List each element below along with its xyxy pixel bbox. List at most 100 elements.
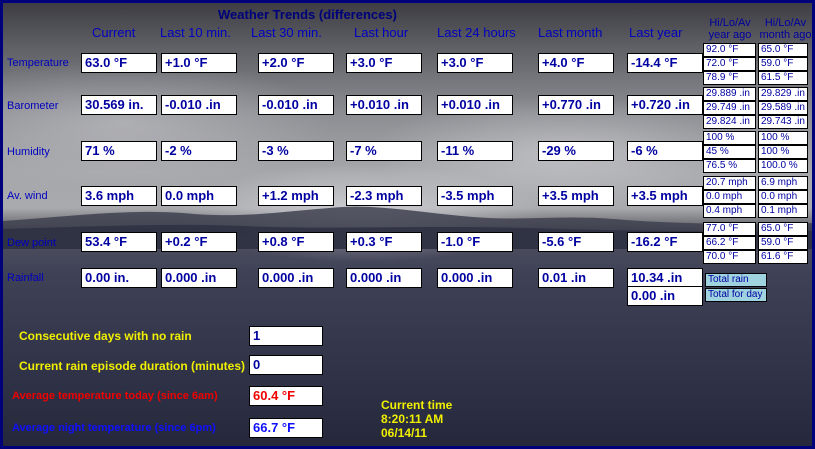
column-header-last-24-hours: Last 24 hours [437,25,516,40]
av-wind-month-ago-av: 0.1 mph [758,204,808,218]
temperature-year-ago-lo: 72.0 °F [703,57,756,71]
temperature-year-ago-av: 78.9 °F [703,71,756,85]
humidity-year-ago-av: 76.5 % [703,159,756,173]
barometer-last-month-value: +0.770 .in [538,95,614,115]
humidity-last-month-value: -29 % [538,141,614,161]
barometer-month-ago-hi: 29.829 .in [758,87,808,101]
column-header-last-hour: Last hour [354,25,409,40]
current-time-value: 8:20:11 AM [381,412,444,426]
rain-duration-label: Current rain episode duration (minutes) [19,359,246,373]
column-header-last-year: Last year [629,25,683,40]
av-wind-last-year-value: +3.5 mph [627,186,703,206]
temperature-month-ago-hi: 65.0 °F [758,43,808,57]
row-label-rainfall: Rainfall [7,272,44,284]
total-for-day-tag: Total for day [705,288,767,302]
av-wind-year-ago-lo: 0.0 mph [703,190,756,204]
av-wind-month-ago-lo: 0.0 mph [758,190,808,204]
avg-night-temp-label: Average night temperature (since 6pm) [12,422,216,434]
page-title: Weather Trends (differences) [218,7,397,22]
dew-point-last-hour-value: +0.3 °F [346,232,422,252]
barometer-year-ago-lo: 29.749 .in [703,101,756,115]
humidity-last-30-min-value: -3 % [258,141,334,161]
temperature-current-value: 63.0 °F [81,53,157,73]
barometer-current-value: 30.569 in. [81,95,157,115]
dew-point-year-ago-av: 70.0 °F [703,250,756,264]
barometer-year-ago-av: 29.824 .in [703,115,756,129]
current-date-value: 06/14/11 [381,426,428,440]
month-ago-header: Hi/Lo/Av month ago [758,17,812,41]
temperature-last-30-min-value: +2.0 °F [258,53,334,73]
row-label-av-wind: Av. wind [7,190,48,202]
row-label-humidity: Humidity [7,146,50,158]
avg-temp-today-label: Average temperature today (since 6am) [12,390,218,402]
dew-point-current-value: 53.4 °F [81,232,157,252]
humidity-year-ago-hi: 100 % [703,131,756,145]
humidity-month-ago-hi: 100 % [758,131,808,145]
rainfall-last-10-min-value: 0.000 .in [161,268,237,288]
dew-point-last-year-value: -16.2 °F [627,232,703,252]
rain-total-for-day-value: 0.00 .in [627,286,703,306]
avg-temp-today-value: 60.4 °F [249,386,323,406]
humidity-last-year-value: -6 % [627,141,703,161]
barometer-month-ago-lo: 29.589 .in [758,101,808,115]
consecutive-days-value: 1 [249,326,323,346]
column-header-last-10-min: Last 10 min. [160,25,231,40]
temperature-last-hour-value: +3.0 °F [346,53,422,73]
dew-point-month-ago-hi: 65.0 °F [758,222,808,236]
humidity-year-ago-lo: 45 % [703,145,756,159]
barometer-year-ago-hi: 29.889 .in [703,87,756,101]
column-header-last-month: Last month [538,25,603,40]
total-rain-tag: Total rain [705,273,767,287]
current-time-block: Current time 8:20:11 AM 06/14/11 [381,398,452,440]
temperature-last-10-min-value: +1.0 °F [161,53,237,73]
month-ago-header-line2: month ago [759,29,812,41]
rainfall-last-24-hours-value: 0.000 .in [437,268,513,288]
temperature-month-ago-av: 61.5 °F [758,71,808,85]
av-wind-last-month-value: +3.5 mph [538,186,614,206]
row-label-dew-point: Dew point [7,237,56,249]
temperature-last-year-value: -14.4 °F [627,53,703,73]
av-wind-last-10-min-value: 0.0 mph [161,186,237,206]
rainfall-last-month-value: 0.01 .in [538,268,614,288]
av-wind-last-30-min-value: +1.2 mph [258,186,334,206]
rainfall-current-value: 0.00 in. [81,268,157,288]
humidity-month-ago-lo: 100 % [758,145,808,159]
dew-point-last-10-min-value: +0.2 °F [161,232,237,252]
rainfall-last-hour-value: 0.000 .in [346,268,422,288]
current-time-label: Current time [381,398,453,412]
humidity-last-10-min-value: -2 % [161,141,237,161]
temperature-month-ago-lo: 59.0 °F [758,57,808,71]
temperature-last-month-value: +4.0 °F [538,53,614,73]
consecutive-days-label: Consecutive days with no rain [19,329,192,343]
rainfall-last-30-min-value: 0.000 .in [258,268,334,288]
dew-point-year-ago-hi: 77.0 °F [703,222,756,236]
dew-point-month-ago-lo: 59.0 °F [758,236,808,250]
month-ago-header-line1: Hi/Lo/Av [764,17,807,29]
row-label-temperature: Temperature [7,57,69,69]
humidity-current-value: 71 % [81,141,157,161]
av-wind-year-ago-hi: 20.7 mph [703,176,756,190]
temperature-year-ago-hi: 92.0 °F [703,43,756,57]
dew-point-last-30-min-value: +0.8 °F [258,232,334,252]
av-wind-last-24-hours-value: -3.5 mph [437,186,513,206]
barometer-last-30-min-value: -0.010 .in [258,95,334,115]
barometer-month-ago-av: 29.743 .in [758,115,808,129]
humidity-last-hour-value: -7 % [346,141,422,161]
barometer-last-hour-value: +0.010 .in [346,95,422,115]
av-wind-year-ago-av: 0.4 mph [703,204,756,218]
barometer-last-24-hours-value: +0.010 .in [437,95,513,115]
barometer-last-10-min-value: -0.010 .in [161,95,237,115]
year-ago-header-line1: Hi/Lo/Av [709,17,751,29]
barometer-last-year-value: +0.720 .in [627,95,703,115]
av-wind-last-hour-value: -2.3 mph [346,186,422,206]
av-wind-month-ago-hi: 6.9 mph [758,176,808,190]
humidity-last-24-hours-value: -11 % [437,141,513,161]
weather-trends-window: Weather Trends (differences) Current Las… [0,0,815,449]
dew-point-last-24-hours-value: -1.0 °F [437,232,513,252]
avg-night-temp-value: 66.7 °F [249,418,323,438]
rain-duration-value: 0 [249,355,323,375]
temperature-last-24-hours-value: +3.0 °F [437,53,513,73]
year-ago-header: Hi/Lo/Av year ago [705,17,755,41]
row-label-barometer: Barometer [7,100,59,112]
dew-point-last-month-value: -5.6 °F [538,232,614,252]
